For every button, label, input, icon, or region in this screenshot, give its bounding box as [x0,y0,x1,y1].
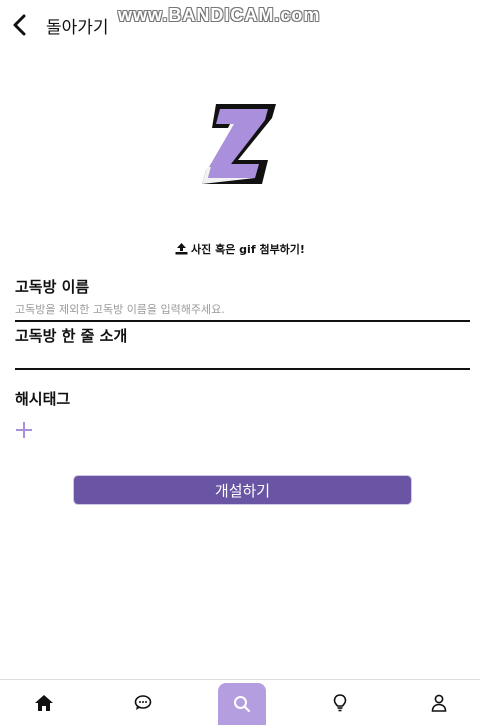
upload-icon [175,243,188,255]
attach-label: 사진 혹은 gif 첨부하기! [191,243,305,256]
nav-profile[interactable] [415,680,463,725]
room-intro-input[interactable] [15,346,470,370]
hashtag-label: 해시태그 [15,390,71,408]
watermark: www.BANDICAM.com [118,5,321,25]
lightbulb-icon [333,693,347,711]
plus-icon[interactable] [14,420,34,440]
bottom-nav [0,679,480,725]
z-logo-icon [202,104,276,184]
room-name-input[interactable] [15,298,470,322]
room-name-label: 고독방 이름 [15,278,90,296]
back-arrow-icon[interactable] [8,10,36,40]
nav-chat[interactable] [119,680,167,725]
nav-search[interactable] [218,683,266,725]
room-intro-label: 고독방 한 줄 소개 [15,327,128,345]
back-label[interactable]: 돌아가기 [46,13,109,38]
nav-ideas[interactable] [316,680,364,725]
nav-home[interactable] [20,680,68,725]
chat-icon [134,694,152,710]
attach-photo-button[interactable]: 사진 혹은 gif 첨부하기! [0,241,480,257]
header: 돌아가기 www.BANDICAM.com [0,0,480,50]
create-room-button[interactable]: 개설하기 [73,475,412,505]
user-icon [431,694,447,712]
search-icon [234,696,251,713]
home-icon [35,694,53,711]
